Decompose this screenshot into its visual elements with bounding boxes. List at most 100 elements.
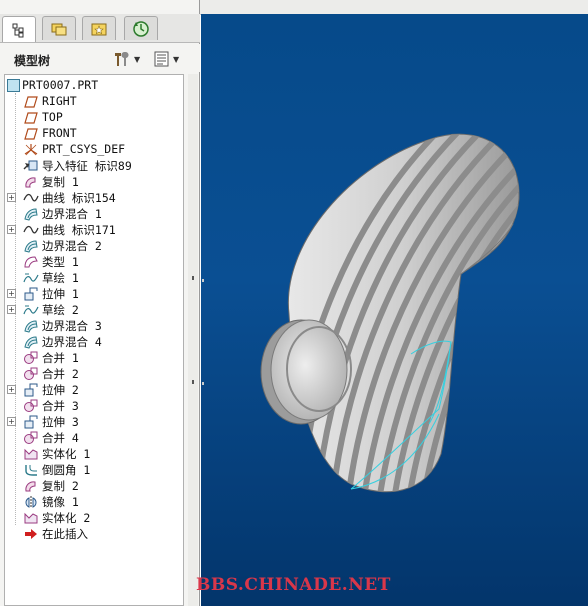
tree-item-label: TOP [42, 110, 63, 124]
expand-icon[interactable]: + [7, 417, 16, 426]
tree-item[interactable]: 导入特征 标识89 [5, 157, 183, 173]
boundary-blend-icon [23, 206, 39, 221]
tab-favorites[interactable] [82, 16, 116, 40]
merge-icon [23, 350, 39, 364]
tree-item-label: 导入特征 标识89 [42, 159, 132, 173]
extrude-icon [23, 286, 39, 301]
watermark-text: BBS.CHINADE.NET [196, 575, 391, 595]
tree-item-label: 边界混合 2 [42, 239, 102, 253]
splitter-grip [192, 276, 194, 280]
tree-item-label: PRT_CSYS_DEF [42, 142, 126, 156]
tree-item[interactable]: 边界混合 4 [5, 333, 183, 349]
splitter-grip [192, 380, 194, 384]
tree-root-label: PRT0007.PRT [22, 78, 99, 92]
tree-item[interactable]: + 曲线 标识171 [5, 221, 183, 237]
merge-icon [23, 430, 39, 444]
part-model-3d [260, 133, 520, 493]
tree-item-label: 实体化 1 [42, 447, 91, 461]
tree-item[interactable]: 类型 1 [5, 253, 183, 269]
tree-item[interactable]: 实体化 2 [5, 509, 183, 525]
tree-item[interactable]: RIGHT [5, 93, 183, 109]
tree-root[interactable]: PRT0007.PRT [5, 77, 183, 93]
tree-item[interactable]: 复制 1 [5, 173, 183, 189]
extrude-icon [23, 382, 39, 397]
tree-item-label: 边界混合 3 [42, 319, 102, 333]
model-tree-header: 模型树 ▼ ▼ [0, 44, 200, 72]
tree-item-label: 草绘 1 [42, 271, 79, 285]
merge-icon [23, 398, 39, 412]
tree-item[interactable]: 合并 1 [5, 349, 183, 365]
tab-folder-browser[interactable] [42, 16, 76, 40]
expand-icon[interactable]: + [7, 225, 16, 234]
graphics-viewport[interactable] [201, 14, 588, 606]
chevron-down-icon: ▼ [134, 54, 141, 64]
navigator-panel: 模型树 ▼ ▼ PRT0007.PRT RIGHT TOP FRONT PRT_CSY… [0, 0, 200, 606]
tree-item-label: 边界混合 1 [42, 207, 102, 221]
panel-splitter[interactable] [188, 74, 198, 606]
import-feature-icon [23, 158, 39, 172]
sketch-icon [23, 302, 39, 316]
list-settings-icon [154, 51, 169, 67]
datum-plane-icon [23, 110, 39, 124]
extrude-icon [23, 414, 39, 429]
viewport-edge-marker [202, 279, 204, 282]
tree-tools-button[interactable]: ▼ [112, 49, 140, 69]
tree-item[interactable]: + 拉伸 2 [5, 381, 183, 397]
expand-icon[interactable]: + [7, 305, 16, 314]
tree-item[interactable]: 合并 3 [5, 397, 183, 413]
tree-item[interactable]: FRONT [5, 125, 183, 141]
tree-item-label: FRONT [42, 126, 77, 140]
datum-plane-icon [23, 126, 39, 140]
mirror-icon [23, 494, 39, 508]
tree-item[interactable]: 在此插入 [5, 525, 183, 541]
merge-icon [23, 366, 39, 380]
tree-item-label: RIGHT [42, 94, 77, 108]
tree-item[interactable]: PRT_CSYS_DEF [5, 141, 183, 157]
expand-icon[interactable]: + [7, 385, 16, 394]
expand-icon[interactable]: + [7, 289, 16, 298]
tree-item[interactable]: + 草绘 2 [5, 301, 183, 317]
tree-item-label: 在此插入 [42, 527, 88, 541]
tab-history[interactable] [124, 16, 158, 40]
tree-item-label: 类型 1 [42, 255, 79, 269]
tree-item[interactable]: 合并 2 [5, 365, 183, 381]
copy-icon [23, 174, 39, 188]
copy-icon [23, 478, 39, 492]
tree-item-label: 复制 2 [42, 479, 79, 493]
tree-item-label: 合并 3 [42, 399, 79, 413]
coordinate-system-icon [23, 142, 39, 156]
boundary-blend-icon [23, 334, 39, 349]
hammer-wrench-icon [115, 51, 129, 66]
tree-item[interactable]: 边界混合 3 [5, 317, 183, 333]
tree-item-label: 拉伸 3 [42, 415, 79, 429]
model-tree-title: 模型树 [14, 54, 51, 68]
folder-browser-icon [51, 23, 67, 35]
tree-item[interactable]: 镜像 1 [5, 493, 183, 509]
tree-settings-button[interactable]: ▼ [153, 49, 179, 69]
history-icon [133, 20, 149, 37]
tab-model-tree[interactable] [2, 16, 36, 42]
navigator-tabbar [0, 14, 200, 43]
tree-item[interactable]: 边界混合 2 [5, 237, 183, 253]
tree-item[interactable]: 倒圆角 1 [5, 461, 183, 477]
round-icon [23, 462, 39, 476]
boundary-blend-icon [23, 318, 39, 333]
tree-item-label: 拉伸 1 [42, 287, 79, 301]
tree-item-label: 草绘 2 [42, 303, 79, 317]
curve-icon [23, 222, 39, 236]
tree-item[interactable]: + 拉伸 3 [5, 413, 183, 429]
expand-icon[interactable]: + [7, 193, 16, 202]
tree-item-label: 合并 1 [42, 351, 79, 365]
tree-item[interactable]: + 拉伸 1 [5, 285, 183, 301]
tree-item-label: 复制 1 [42, 175, 79, 189]
boundary-blend-icon [23, 238, 39, 253]
tree-item[interactable]: + 曲线 标识154 [5, 189, 183, 205]
tree-item[interactable]: 草绘 1 [5, 269, 183, 285]
datum-plane-icon [23, 94, 39, 108]
tree-item[interactable]: 实体化 1 [5, 445, 183, 461]
tree-item[interactable]: 边界混合 1 [5, 205, 183, 221]
tree-item[interactable]: TOP [5, 109, 183, 125]
tree-item-label: 实体化 2 [42, 511, 91, 525]
tree-item[interactable]: 复制 2 [5, 477, 183, 493]
tree-item[interactable]: 合并 4 [5, 429, 183, 445]
